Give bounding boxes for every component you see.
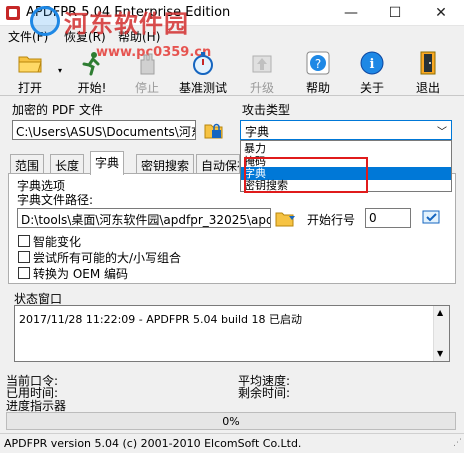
upgrade-icon (252, 55, 272, 73)
svg-text:i: i (370, 57, 375, 72)
maximize-button[interactable]: ☐ (372, 0, 418, 26)
app-icon (6, 6, 20, 20)
folder-open-icon (18, 56, 42, 73)
tab-key-search[interactable]: 密钥搜索 (136, 154, 195, 174)
close-button[interactable]: ✕ (418, 0, 464, 26)
status-log[interactable]: 2017/11/28 11:22:09 - APDFPR 5.04 build … (14, 305, 450, 362)
status-bar: APDFPR version 5.04 (c) 2001-2010 ElcomS… (0, 433, 464, 453)
start-line-input[interactable]: 0 (365, 208, 411, 228)
smart-mutation-checkbox[interactable] (18, 235, 30, 247)
help-button[interactable]: ? 帮助 (294, 48, 342, 95)
case-combinations-label: 尝试所有可能的大/小写组合 (33, 251, 182, 265)
tab-length[interactable]: 长度 (50, 154, 85, 174)
open-dropdown-arrow-icon[interactable]: ▾ (58, 66, 62, 75)
run-icon (82, 52, 100, 76)
scroll-down-icon[interactable]: ▼ (437, 349, 443, 358)
open-button[interactable]: 打开 (4, 48, 56, 95)
status-log-line: 2017/11/28 11:22:09 - APDFPR 5.04 build … (19, 313, 303, 326)
annotation-highlight-box (244, 157, 368, 193)
resize-grip-icon[interactable]: ⋰ (453, 438, 462, 448)
upgrade-button[interactable]: 升级 (238, 48, 286, 95)
tab-dictionary[interactable]: 字典 (90, 151, 125, 175)
stop-button[interactable]: 停止 (124, 48, 170, 95)
exit-door-icon (420, 51, 436, 75)
start-button[interactable]: 开始! (66, 48, 118, 95)
dictionary-path-field[interactable]: D:\tools\桌面\河东软件园\apdfpr_32025\apdfpr_ (17, 208, 271, 228)
options-settings-icon[interactable] (421, 208, 443, 228)
minimize-button[interactable]: — (328, 0, 374, 26)
benchmark-button[interactable]: 基准测试 (172, 48, 234, 95)
info-icon: i (360, 51, 384, 75)
chevron-down-icon: ﹀ (437, 127, 447, 138)
progress-bar: 0% (6, 412, 456, 430)
tab-autosave[interactable]: 自动保存 (196, 154, 240, 174)
tab-range[interactable]: 范围 (10, 154, 45, 174)
attack-type-select[interactable]: 字典 ﹀ (240, 120, 452, 140)
help-question-icon: ? (306, 51, 330, 75)
case-combinations-checkbox[interactable] (18, 251, 30, 263)
remaining-time-label: 剩余时间: (238, 386, 291, 400)
about-button[interactable]: i 关于 (348, 48, 396, 95)
stopwatch-icon (193, 52, 213, 75)
smart-mutation-label: 智能变化 (33, 235, 82, 249)
start-line-label: 开始行号 (307, 213, 356, 227)
attack-type-value: 字典 (245, 125, 270, 139)
pdf-path-field[interactable]: C:\Users\ASUS\Documents\河东.pdf (12, 120, 196, 140)
stop-hand-icon (140, 53, 155, 75)
svg-text:?: ? (315, 57, 321, 71)
toolbar: 打开 ▾ 开始! 停止 基准测试 升级 ? 帮助 i 关于 退出 (0, 46, 464, 96)
oem-encoding-label: 转换为 OEM 编码 (33, 267, 129, 281)
watermark-text: 河东软件园 (64, 10, 189, 38)
oem-encoding-checkbox[interactable] (18, 267, 30, 279)
progress-text: 0% (222, 415, 240, 428)
watermark-logo-icon (30, 6, 60, 36)
browse-folder-lock-icon[interactable] (204, 119, 224, 141)
attack-type-label: 攻击类型 (242, 103, 291, 117)
exit-button[interactable]: 退出 (404, 48, 452, 95)
encrypted-pdf-label: 加密的 PDF 文件 (12, 103, 104, 117)
status-scrollbar[interactable]: ▲ ▼ (433, 306, 449, 361)
browse-dictionary-icon[interactable] (275, 208, 299, 228)
dictionary-path-label: 字典文件路径: (17, 193, 94, 207)
attack-option-bruteforce[interactable]: 暴力 (241, 142, 451, 155)
scroll-up-icon[interactable]: ▲ (437, 308, 443, 317)
version-text: APDFPR version 5.04 (c) 2001-2010 ElcomS… (4, 437, 302, 450)
